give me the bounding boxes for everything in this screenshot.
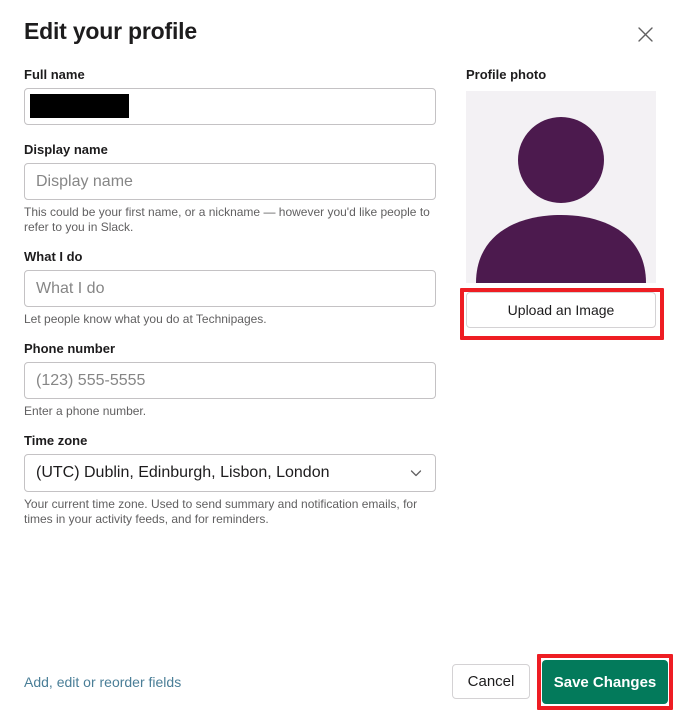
close-icon[interactable] (632, 21, 658, 47)
what-i-do-helper: Let people know what you do at Technipag… (24, 312, 267, 326)
phone-number-helper: Enter a phone number. (24, 404, 147, 418)
what-i-do-label: What I do (24, 249, 83, 264)
profile-form: Full name Display name This could be you… (24, 66, 436, 527)
full-name-input[interactable] (24, 88, 436, 125)
phone-number-input[interactable] (24, 362, 436, 399)
display-name-helper: This could be your first name, or a nick… (24, 205, 430, 234)
page-title: Edit your profile (24, 18, 197, 44)
full-name-label: Full name (24, 67, 85, 82)
add-edit-reorder-fields-link[interactable]: Add, edit or reorder fields (24, 673, 181, 692)
profile-photo-label: Profile photo (466, 67, 547, 82)
field-full-name: Full name (24, 66, 436, 125)
display-name-input[interactable] (24, 163, 436, 200)
time-zone-selected-value: (UTC) Dublin, Edinburgh, Lisbon, London (36, 464, 330, 481)
person-avatar-icon (466, 91, 656, 283)
cancel-button[interactable]: Cancel (452, 664, 530, 699)
phone-number-label: Phone number (24, 341, 116, 356)
time-zone-helper: Your current time zone. Used to send sum… (24, 497, 418, 526)
what-i-do-input[interactable] (24, 270, 436, 307)
edit-profile-dialog: Edit your profile Full name Display name… (0, 0, 680, 717)
upload-an-image-button[interactable]: Upload an Image (466, 292, 656, 328)
time-zone-select[interactable]: (UTC) Dublin, Edinburgh, Lisbon, London (24, 454, 436, 492)
display-name-label: Display name (24, 142, 108, 157)
field-phone-number: Phone number Enter a phone number. (24, 340, 436, 419)
time-zone-label: Time zone (24, 433, 88, 448)
profile-photo-section: Profile photo Upload an Image (466, 66, 656, 328)
field-what-i-do: What I do Let people know what you do at… (24, 248, 436, 327)
field-time-zone: Time zone (UTC) Dublin, Edinburgh, Lisbo… (24, 432, 436, 527)
save-changes-button[interactable]: Save Changes (542, 660, 668, 704)
field-display-name: Display name This could be your first na… (24, 141, 436, 235)
avatar (466, 91, 656, 283)
